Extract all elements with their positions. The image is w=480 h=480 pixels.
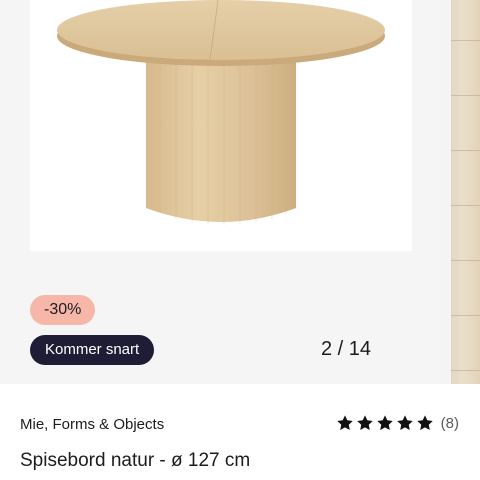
review-count[interactable]: (8) xyxy=(441,415,459,432)
discount-badge: -30% xyxy=(30,295,96,325)
brand-link[interactable]: Mie, Forms & Objects xyxy=(20,416,164,433)
star-icon xyxy=(356,414,374,432)
gallery-slide[interactable]: -30% Kommer snart 2 / 14 xyxy=(0,0,441,384)
product-rating[interactable]: (8) xyxy=(336,414,459,432)
star-icon xyxy=(416,414,434,432)
next-slide-preview[interactable] xyxy=(451,0,480,384)
rating-stars xyxy=(336,414,436,432)
star-icon xyxy=(396,414,414,432)
star-icon xyxy=(336,414,354,432)
coming-soon-badge: Kommer snart xyxy=(30,335,155,365)
product-image-gallery[interactable]: -30% Kommer snart 2 / 14 xyxy=(0,0,480,384)
star-icon xyxy=(376,414,394,432)
product-title: Spisebord natur - ø 127 cm xyxy=(20,450,251,471)
image-counter: 2 / 14 xyxy=(320,338,371,360)
product-image[interactable] xyxy=(30,0,412,251)
table-photo-illustration xyxy=(57,0,385,225)
